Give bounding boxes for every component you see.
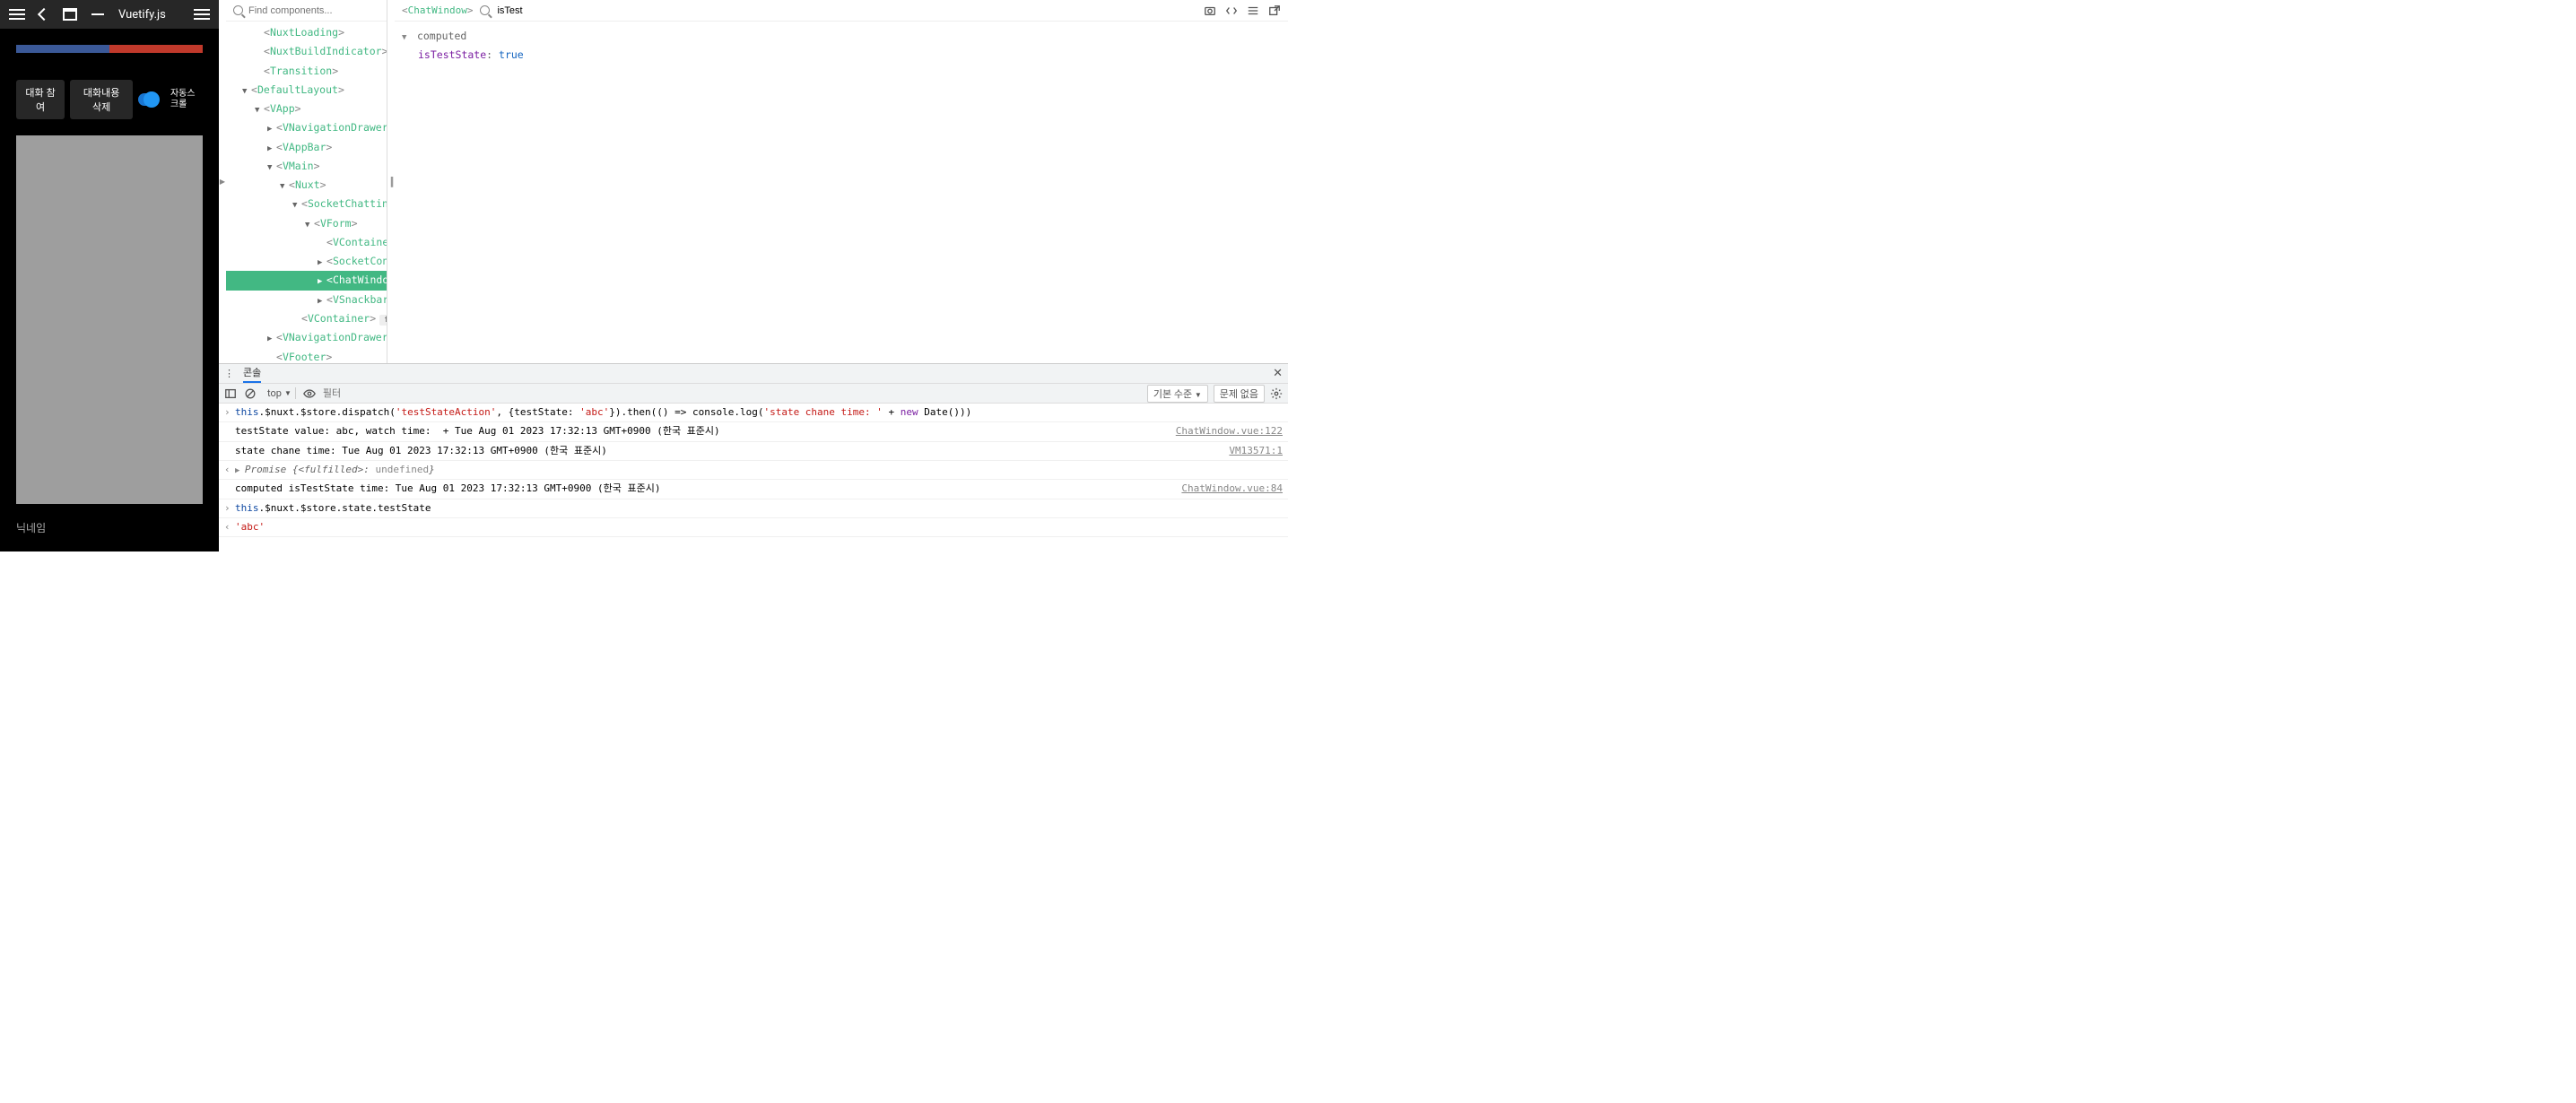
clear-button[interactable]: 대화내용 삭제	[70, 80, 133, 119]
tree-node-VFooter[interactable]: <VFooter>	[226, 348, 387, 363]
minimize-icon[interactable]	[91, 13, 104, 15]
console-output[interactable]: ›this.$nuxt.$store.dispatch('testStateAc…	[219, 404, 1288, 552]
clear-console-icon[interactable]	[244, 387, 257, 400]
camera-icon[interactable]	[1204, 4, 1216, 17]
close-icon[interactable]: ✕	[1273, 367, 1283, 380]
component-search-input[interactable]	[248, 5, 379, 16]
component-tree[interactable]: <NuxtLoading><NuxtBuildIndicator><Transi…	[226, 22, 387, 363]
tab-console[interactable]: 콘솔	[243, 365, 261, 383]
join-button[interactable]: 대화 참여	[16, 80, 65, 119]
component-search-row	[226, 0, 387, 22]
breadcrumb: <ChatWindow>	[402, 4, 473, 16]
source-link[interactable]: VM13571:1	[1220, 442, 1283, 460]
log-line: testState value: abc, watch time: + Tue …	[219, 422, 1288, 441]
nickname-label: 닉네임	[16, 520, 203, 535]
console-drawer: ⋮ 콘솔 ✕ top▼ 기본 수준 ▼ 문제 없음 ›this.$nuxt.$s…	[219, 363, 1288, 552]
tree-node-VNavigationDrawer[interactable]: <VNavigationDrawer>	[226, 118, 387, 137]
details-body: computed isTestState: true	[395, 22, 1288, 363]
tree-node-DefaultLayout[interactable]: <DefaultLayout>	[226, 81, 387, 100]
window-icon[interactable]	[63, 8, 77, 21]
source-link[interactable]: ChatWindow.vue:84	[1172, 480, 1283, 498]
chat-area	[16, 135, 203, 504]
log-level-select[interactable]: 기본 수준 ▼	[1147, 385, 1208, 403]
app-toolbar: Vuetify.js	[0, 0, 219, 29]
filter-search-icon	[480, 5, 490, 15]
color-bar	[16, 45, 203, 53]
console-filter-input[interactable]	[323, 388, 1140, 399]
details-filter-input[interactable]	[497, 5, 624, 16]
tree-node-VContainer[interactable]: <VContainer>functional	[226, 309, 387, 328]
kebab-icon[interactable]: ⋮	[224, 368, 234, 379]
computed-property-row[interactable]: isTestState: true	[402, 46, 1281, 65]
eye-icon[interactable]	[303, 387, 316, 400]
details-section-name: computed	[417, 30, 466, 42]
pane-resize-handle[interactable]: ▶	[219, 0, 226, 363]
log-line: ›this.$nuxt.$store.state.testState	[219, 499, 1288, 518]
tree-node-VNavigationDrawer[interactable]: <VNavigationDrawer>	[226, 328, 387, 347]
source-link[interactable]: ChatWindow.vue:122	[1167, 422, 1283, 440]
tree-node-VApp[interactable]: <VApp>	[226, 100, 387, 118]
log-line: state chane time: Tue Aug 01 2023 17:32:…	[219, 442, 1288, 461]
log-line: computed isTestState time: Tue Aug 01 20…	[219, 480, 1288, 499]
tree-node-NuxtLoading[interactable]: <NuxtLoading>	[226, 23, 387, 42]
tree-node-ChatWindow[interactable]: <ChatWindow>	[226, 271, 387, 290]
menu-right-icon[interactable]	[194, 9, 210, 20]
log-line: ›this.$nuxt.$store.dispatch('testStateAc…	[219, 404, 1288, 422]
context-select[interactable]: top▼	[264, 387, 296, 399]
app-preview-pane: Vuetify.js 대화 참여 대화내용 삭제 자동스크롤 닉네임	[0, 0, 219, 552]
autoscroll-label: 자동스크롤	[170, 89, 203, 110]
gear-icon[interactable]	[1270, 387, 1283, 400]
tree-node-VAppBar[interactable]: <VAppBar>	[226, 138, 387, 157]
search-icon	[233, 5, 243, 15]
tree-node-SocketController[interactable]: <SocketController>	[226, 252, 387, 271]
code-icon[interactable]	[1225, 4, 1238, 17]
tree-node-VSnackbar[interactable]: <VSnackbar>	[226, 291, 387, 309]
menu-icon[interactable]	[9, 9, 25, 20]
tree-node-VContainer[interactable]: <VContainer>functional	[226, 233, 387, 252]
back-icon[interactable]	[38, 8, 50, 21]
popout-icon[interactable]	[1268, 4, 1281, 17]
tree-node-Nuxt[interactable]: <Nuxt>	[226, 176, 387, 195]
tree-node-VMain[interactable]: <VMain>	[226, 157, 387, 176]
no-issues-badge[interactable]: 문제 없음	[1214, 385, 1265, 403]
split-handle[interactable]: ||	[387, 0, 395, 363]
list-icon[interactable]	[1247, 4, 1259, 17]
tree-node-VForm[interactable]: <VForm>	[226, 214, 387, 233]
log-line: ‹▶ Promise {<fulfilled>: undefined}	[219, 461, 1288, 480]
tree-node-NuxtBuildIndicator[interactable]: <NuxtBuildIndicator>	[226, 42, 387, 61]
tree-node-SocketChatting[interactable]: <SocketChatting key='__trans…>	[226, 195, 387, 213]
sidebar-toggle-icon[interactable]	[224, 387, 237, 400]
autoscroll-toggle[interactable]	[138, 93, 158, 106]
app-title: Vuetify.js	[118, 8, 166, 22]
tree-node-Transition[interactable]: <Transition>	[226, 62, 387, 81]
log-line: ‹'abc'	[219, 518, 1288, 537]
